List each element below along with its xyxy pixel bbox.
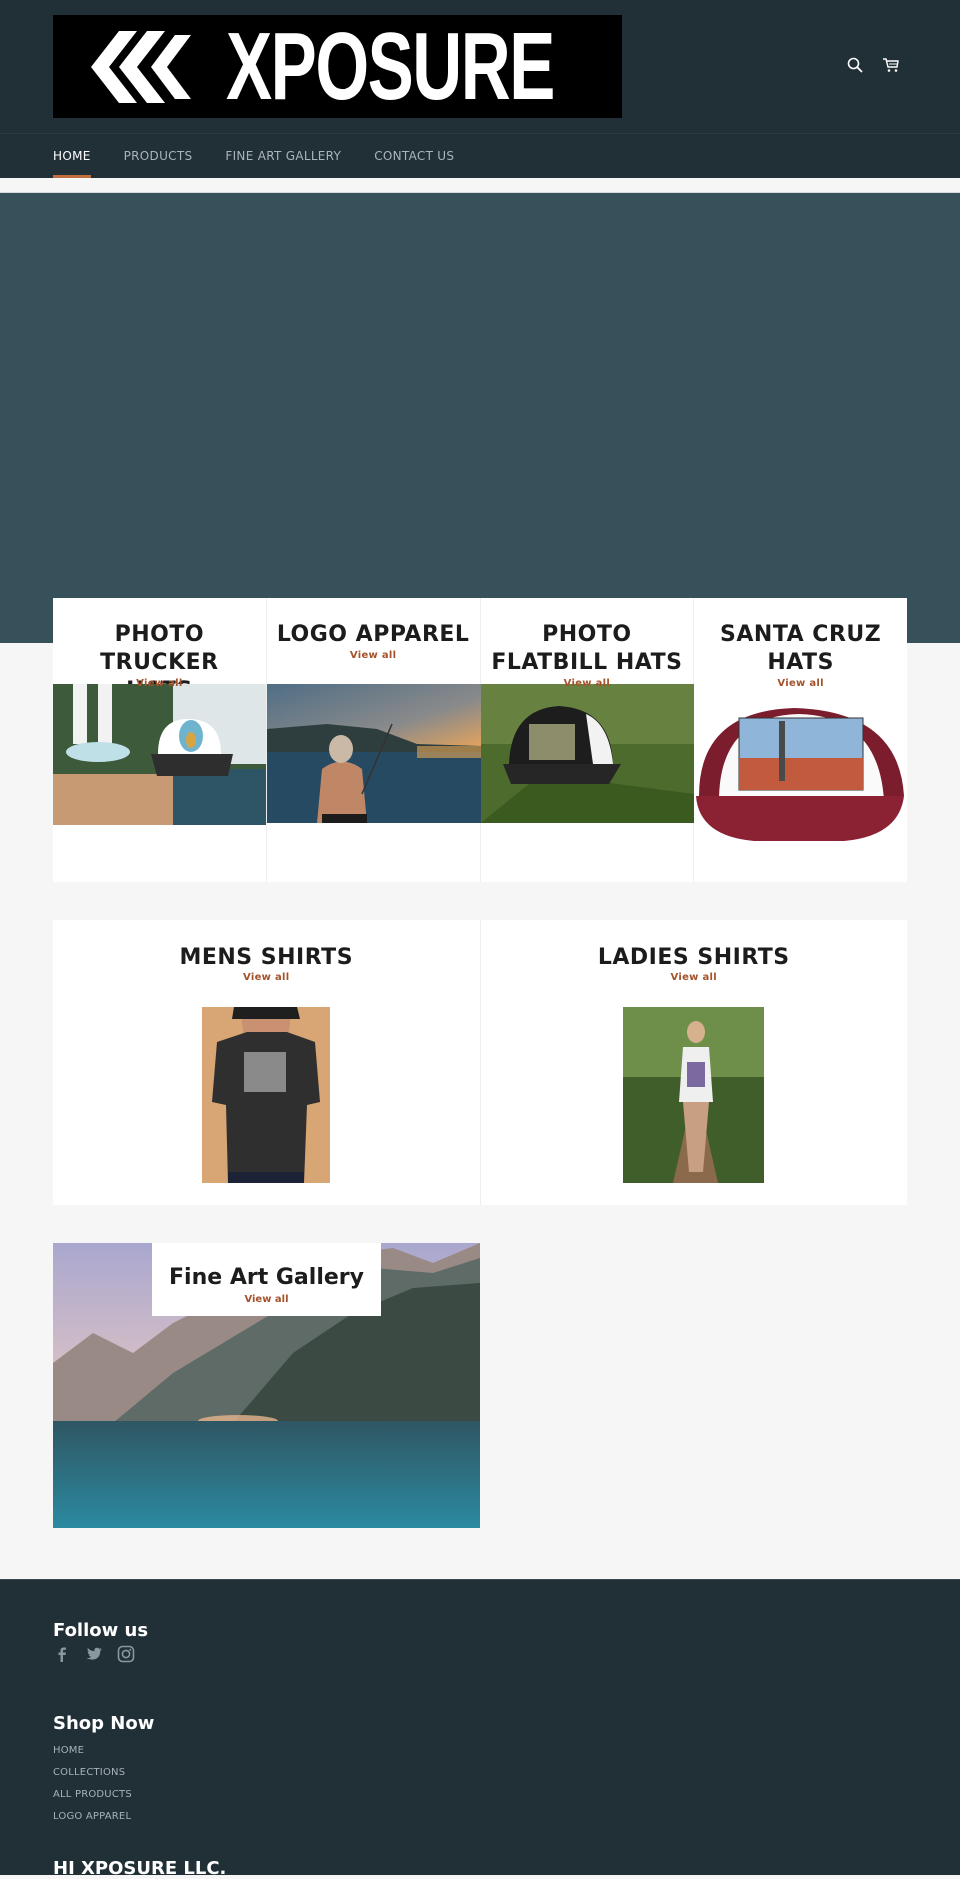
- fine-art-gallery-feature[interactable]: Fine Art Gallery View all: [53, 1243, 480, 1528]
- collection-title: LADIES SHIRTS: [597, 945, 790, 970]
- footer-link-all-products[interactable]: ALL PRODUCTS: [53, 1784, 132, 1806]
- view-all-link[interactable]: View all: [481, 972, 908, 983]
- nav-item-fine-art-gallery[interactable]: FINE ART GALLERY: [225, 134, 341, 178]
- fine-art-label: Fine Art Gallery View all: [152, 1243, 381, 1316]
- chevrons-logo-icon: [91, 31, 191, 103]
- footer-link-home[interactable]: HOME: [53, 1740, 132, 1762]
- nav-list: HOME PRODUCTS FINE ART GALLERY CONTACT U…: [53, 134, 487, 178]
- collection-image-ladies-shirts[interactable]: [622, 1007, 764, 1183]
- footer-link-logo-apparel[interactable]: LOGO APPAREL: [53, 1806, 132, 1828]
- collection-photo-flatbill-hats[interactable]: PHOTO FLATBILL HATS View all: [480, 598, 695, 882]
- collection-image-mens-shirts[interactable]: [202, 1007, 330, 1183]
- site-header: XPOSURE: [0, 0, 960, 134]
- nav-item-contact-us[interactable]: CONTACT US: [374, 134, 454, 178]
- collection-image-santa-cruz-hats[interactable]: [694, 696, 908, 856]
- nav-item-products[interactable]: PRODUCTS: [124, 134, 193, 178]
- collection-mens-shirts[interactable]: MENS SHIRTS View all: [53, 920, 481, 1205]
- collection-grid-row-1: PHOTO TRUCKER HATS View all LOGO APPAREL…: [53, 598, 908, 882]
- collection-title: SANTA CRUZ HATS: [720, 622, 882, 675]
- view-all-link[interactable]: View all: [481, 678, 694, 689]
- view-all-link[interactable]: View all: [53, 972, 480, 983]
- view-all-link[interactable]: View all: [53, 678, 266, 689]
- main-nav: HOME PRODUCTS FINE ART GALLERY CONTACT U…: [0, 134, 960, 178]
- instagram-icon[interactable]: [117, 1645, 135, 1663]
- follow-us-heading: Follow us: [53, 1620, 149, 1641]
- logo-text: XPOSURE: [226, 13, 555, 120]
- company-heading: HI XPOSURE LLC.: [53, 1858, 227, 1879]
- logo[interactable]: XPOSURE: [53, 15, 622, 118]
- collection-photo-trucker-hats[interactable]: PHOTO TRUCKER HATS View all: [53, 598, 267, 882]
- collection-title: MENS SHIRTS: [179, 945, 354, 970]
- header-icons: [846, 56, 900, 74]
- social-links: [53, 1645, 135, 1663]
- view-all-link[interactable]: View all: [694, 678, 907, 689]
- collection-title: LOGO APPAREL: [276, 622, 470, 647]
- view-all-link[interactable]: View all: [267, 650, 480, 661]
- shop-now-heading: Shop Now: [53, 1713, 155, 1734]
- twitter-icon[interactable]: [85, 1645, 103, 1663]
- collection-ladies-shirts[interactable]: LADIES SHIRTS View all: [481, 920, 908, 1205]
- hero-banner: [0, 193, 960, 643]
- collection-grid-row-2: MENS SHIRTS View all LADIES SHIRTS View …: [53, 920, 907, 1205]
- nav-spacer: [0, 178, 960, 193]
- cart-icon[interactable]: [882, 56, 900, 74]
- view-all-link[interactable]: View all: [152, 1294, 381, 1305]
- footer-link-collections[interactable]: COLLECTIONS: [53, 1762, 132, 1784]
- collection-title: PHOTO FLATBILL HATS: [491, 622, 683, 675]
- shop-links: HOME COLLECTIONS ALL PRODUCTS LOGO APPAR…: [53, 1740, 132, 1828]
- site-footer: Follow us Shop Now HOME COLLECTIONS ALL …: [0, 1579, 960, 1879]
- facebook-icon[interactable]: [53, 1645, 71, 1663]
- collection-image-logo-apparel[interactable]: [266, 684, 481, 823]
- collection-image-trucker-hats[interactable]: [53, 684, 266, 825]
- collection-logo-apparel[interactable]: LOGO APPAREL View all: [266, 598, 481, 882]
- search-icon[interactable]: [846, 56, 864, 74]
- fine-art-title: Fine Art Gallery: [169, 1265, 364, 1290]
- collection-santa-cruz-hats[interactable]: SANTA CRUZ HATS View all: [694, 598, 908, 882]
- nav-item-home[interactable]: HOME: [53, 134, 91, 178]
- collection-image-flatbill-hats[interactable]: [480, 684, 694, 823]
